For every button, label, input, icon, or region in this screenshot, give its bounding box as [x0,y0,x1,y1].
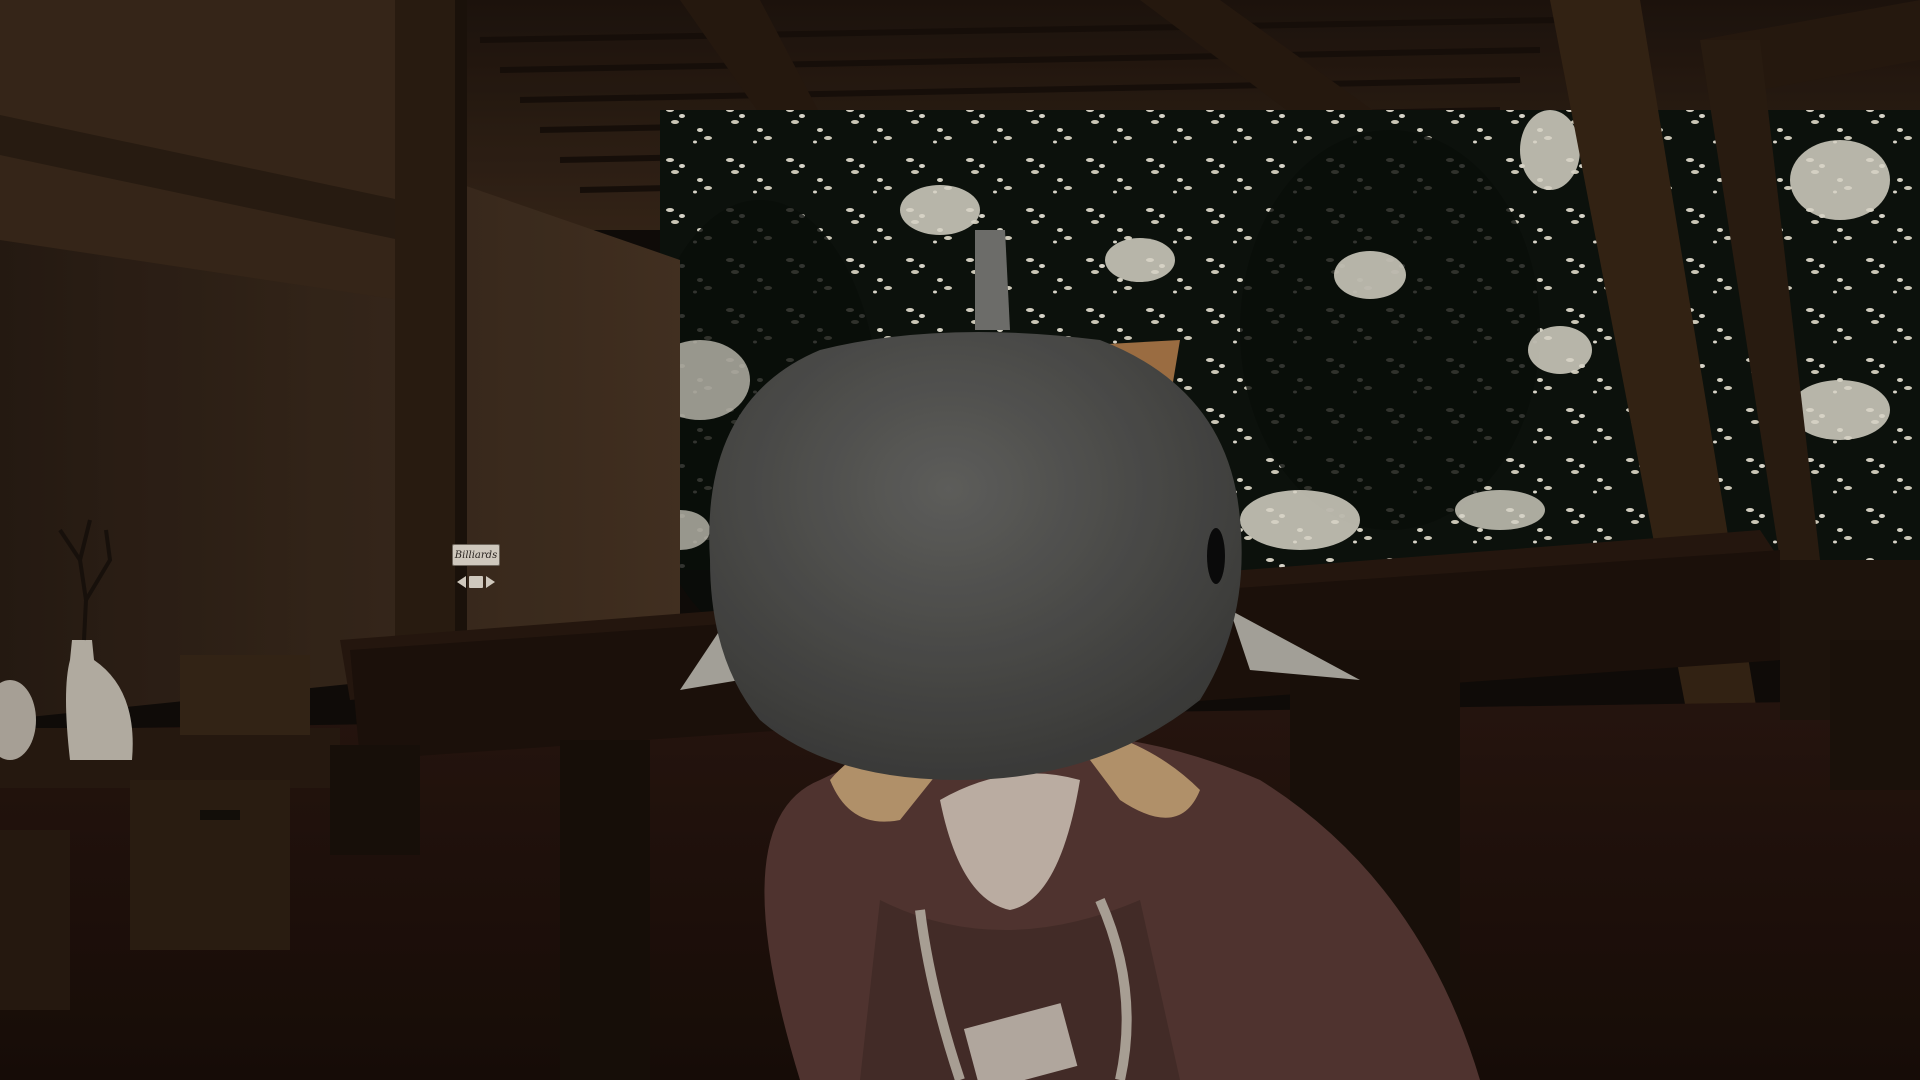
sign-center-icon [469,576,483,588]
vr-first-person-view: Billiards [0,0,1920,1080]
arrow-left-icon[interactable] [457,576,466,588]
billiards-sign[interactable]: Billiards [452,544,500,600]
billiards-sign-label: Billiards [452,544,500,566]
sign-navigation [452,572,500,592]
arrow-right-icon[interactable] [486,576,495,588]
scene-render [0,0,1920,1080]
vignette [0,0,1920,1080]
